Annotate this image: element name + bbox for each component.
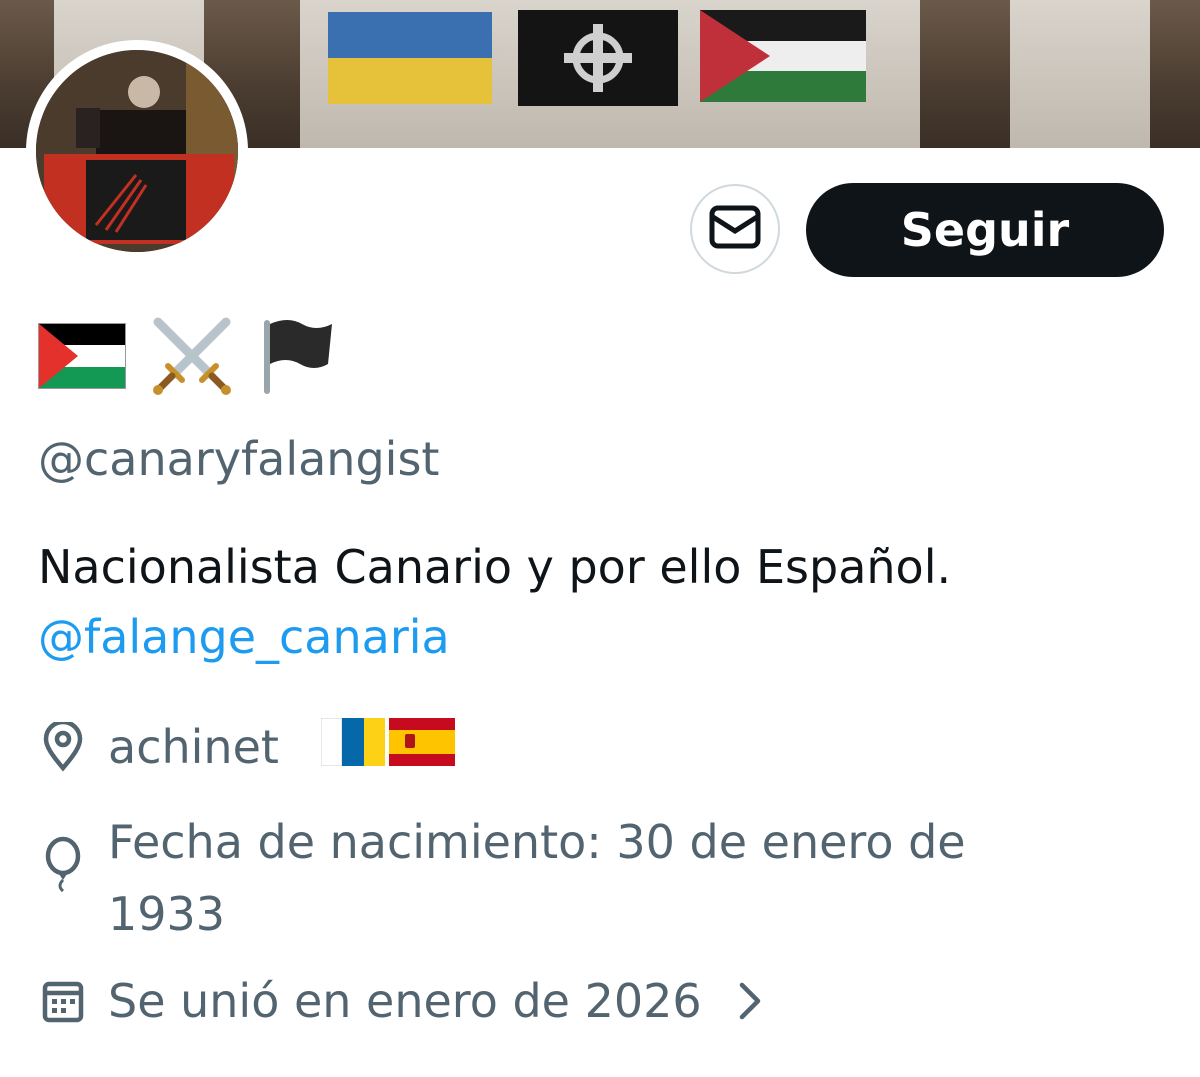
calendar-icon: [38, 971, 88, 1031]
avatar-image: [36, 50, 238, 252]
follow-button[interactable]: Seguir: [806, 183, 1164, 277]
location-row: achinet: [38, 712, 455, 782]
canary-islands-flag-icon: [320, 717, 385, 777]
birth-date-row: Fecha de nacimiento: 30 de enero de 1933: [38, 806, 1088, 950]
bio-text: Nacionalista Canario y por ello Español.: [38, 540, 952, 594]
display-name: [38, 316, 336, 400]
banner-cross-flag: [518, 10, 678, 106]
palestine-flag-icon: [38, 323, 126, 393]
spain-flag-icon: [388, 717, 455, 777]
location-text: achinet: [108, 720, 279, 774]
username-handle: @canaryfalangist: [38, 432, 440, 486]
bio-mention-link[interactable]: @falange_canaria: [38, 602, 1158, 672]
balloon-icon: [38, 834, 88, 894]
joined-text: Se unió en enero de 2026: [108, 974, 702, 1028]
avatar[interactable]: [26, 40, 248, 262]
birth-date-text: Fecha de nacimiento: 30 de enero de 1933: [108, 815, 966, 941]
black-flag-icon: [258, 316, 336, 400]
envelope-icon: [709, 205, 761, 253]
chevron-right-icon[interactable]: [738, 981, 762, 1021]
location-flags: [320, 717, 455, 777]
joined-row[interactable]: Se unió en enero de 2026: [38, 966, 762, 1036]
location-pin-icon: [38, 717, 88, 777]
profile-bio: Nacionalista Canario y por ello Español.…: [38, 532, 1158, 672]
crossed-swords-icon: [150, 316, 234, 400]
banner-palestine-flag: [700, 10, 866, 102]
message-button[interactable]: [690, 184, 780, 274]
banner-ukraine-flag: [328, 12, 492, 104]
banner-cloth: [1010, 0, 1150, 148]
